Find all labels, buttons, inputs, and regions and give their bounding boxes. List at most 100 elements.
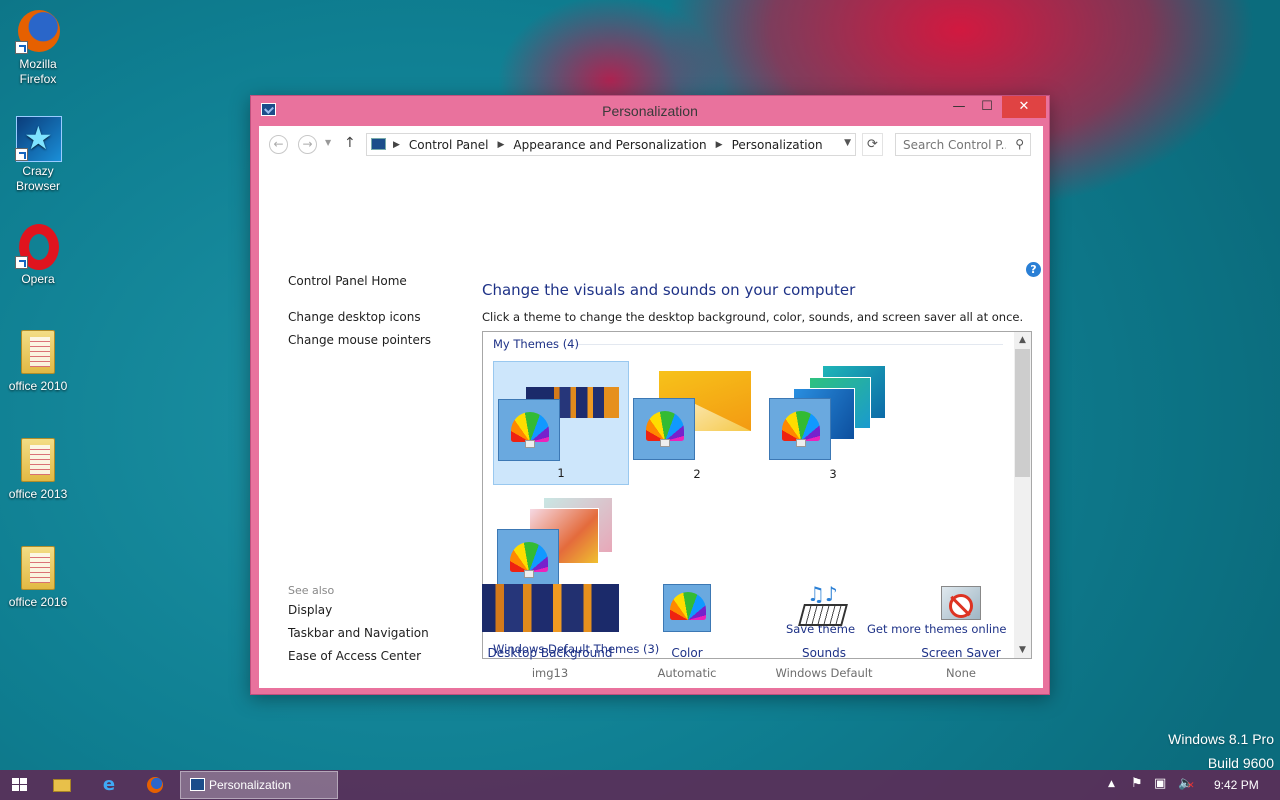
display-link[interactable]: Display — [288, 603, 332, 617]
theme-1[interactable]: 1 — [493, 361, 629, 485]
divider — [578, 344, 1003, 345]
color-value: Automatic — [657, 666, 717, 680]
folder-icon — [15, 330, 61, 376]
screen-saver-label[interactable]: Screen Saver — [886, 646, 1036, 660]
chevron-right-icon[interactable]: ▶ — [498, 140, 505, 150]
breadcrumb-personalization[interactable]: Personalization — [732, 138, 823, 152]
crazy-browser-icon: ★ — [15, 115, 62, 162]
change-desktop-icons-link[interactable]: Change desktop icons — [288, 310, 421, 324]
control-panel-home-link[interactable]: Control Panel Home — [288, 274, 407, 288]
taskbar-item-label: Personalization — [209, 778, 292, 792]
theme-2-label: 2 — [693, 467, 701, 481]
desktop-icon-label: office 2016 — [8, 595, 68, 609]
search-input[interactable] — [896, 134, 1006, 155]
close-button[interactable]: ✕ — [1002, 96, 1046, 118]
sounds-icon: ♫♪ — [798, 582, 849, 632]
desktop-icon-office-2013[interactable]: office 2013 — [4, 438, 72, 502]
window-title: Personalization — [602, 103, 698, 119]
screen-saver-icon — [939, 584, 985, 630]
breadcrumb-control-panel[interactable]: Control Panel — [409, 138, 489, 152]
file-explorer-icon[interactable] — [52, 775, 72, 795]
windows-start-icon[interactable] — [10, 775, 30, 795]
show-hidden-icons-chevron-icon[interactable]: ▲ — [1108, 779, 1115, 789]
shortcut-arrow-icon — [15, 256, 28, 269]
ease-of-access-link[interactable]: Ease of Access Center — [288, 649, 421, 663]
color-palette-icon — [497, 529, 559, 591]
address-bar[interactable]: ▶ Control Panel ▶ Appearance and Persona… — [366, 133, 856, 156]
desktop-icon-label: Firefox — [19, 72, 57, 86]
control-panel-icon — [190, 778, 205, 791]
desktop-icon-firefox[interactable]: Mozilla Firefox — [4, 8, 72, 87]
shortcut-arrow-icon — [15, 41, 28, 54]
window-content: ← → ▼ ↑ ▶ Control Panel ▶ Appearance and… — [259, 126, 1043, 688]
action-center-flag-icon[interactable]: ⚑ — [1131, 776, 1143, 791]
theme-1-label: 1 — [557, 466, 565, 480]
theme-3-label: 3 — [829, 467, 837, 481]
desktop-icon-label: Browser — [15, 179, 60, 193]
color-palette-icon — [769, 398, 831, 460]
maximize-button[interactable]: ☐ — [973, 96, 1001, 118]
desktop-icon-label: office 2010 — [8, 379, 68, 393]
recent-locations-chevron-icon[interactable]: ▼ — [325, 138, 331, 147]
color-palette-icon — [498, 399, 560, 461]
title-bar[interactable]: Personalization — ☐ ✕ — [251, 96, 1049, 126]
change-mouse-pointers-link[interactable]: Change mouse pointers — [288, 333, 431, 347]
desktop-background-label[interactable]: Desktop Background — [475, 646, 625, 660]
themes-scrollbar[interactable]: ▲ ▼ — [1014, 332, 1031, 658]
firefox-taskbar-icon[interactable] — [145, 775, 165, 795]
desktop-icon-label: Crazy — [22, 164, 54, 178]
desktop-icon-label: Opera — [21, 272, 55, 286]
address-dropdown-chevron-icon[interactable]: ▼ — [844, 138, 851, 148]
desktop-icon-office-2010[interactable]: office 2010 — [4, 330, 72, 394]
up-arrow-button[interactable]: ↑ — [344, 135, 356, 151]
desktop-icon-label: office 2013 — [8, 487, 68, 501]
scroll-up-arrow-icon[interactable]: ▲ — [1014, 332, 1031, 348]
back-button[interactable]: ← — [269, 135, 288, 154]
scrollbar-thumb[interactable] — [1015, 349, 1030, 477]
shortcut-arrow-icon — [15, 148, 28, 161]
desktop-icon-office-2016[interactable]: office 2016 — [4, 546, 72, 610]
desktop-background-icon — [482, 584, 619, 632]
network-icon[interactable]: ▣ — [1154, 776, 1166, 791]
sounds-value: Windows Default — [775, 666, 873, 680]
chevron-right-icon[interactable]: ▶ — [393, 140, 400, 150]
windows-edition-text: Windows 8.1 Pro — [1168, 731, 1274, 747]
desktop-icon-opera[interactable]: Opera — [4, 223, 72, 287]
firefox-icon — [15, 8, 61, 54]
control-panel-icon — [371, 138, 386, 150]
taskbar-navigation-link[interactable]: Taskbar and Navigation — [288, 626, 429, 640]
color-icon — [663, 584, 711, 632]
folder-icon — [15, 546, 61, 592]
color-label[interactable]: Color — [612, 646, 762, 660]
breadcrumb-appearance[interactable]: Appearance and Personalization — [513, 138, 706, 152]
minimize-button[interactable]: — — [945, 96, 973, 118]
chevron-right-icon[interactable]: ▶ — [716, 140, 723, 150]
personalization-window: Personalization — ☐ ✕ ← → ▼ ↑ ▶ Control … — [250, 95, 1050, 695]
refresh-button[interactable]: ⟳ — [862, 133, 883, 156]
internet-explorer-icon[interactable]: e — [99, 775, 119, 795]
help-icon[interactable]: ? — [1026, 262, 1041, 277]
color-palette-icon — [633, 398, 695, 460]
forward-button[interactable]: → — [298, 135, 317, 154]
taskbar: e Personalization ▲ ⚑ ▣ 🔈 ✕ 9:42 PM — [0, 770, 1280, 800]
see-also-heading: See also — [288, 584, 335, 597]
folder-icon — [15, 438, 61, 484]
windows-version-watermark: Windows 8.1 Pro Build 9600 — [1168, 727, 1274, 775]
desktop-background-value: img13 — [531, 666, 569, 680]
search-icon[interactable]: ⚲ — [1015, 137, 1024, 151]
page-title: Change the visuals and sounds on your co… — [482, 281, 856, 299]
taskbar-item-personalization[interactable]: Personalization — [180, 771, 338, 799]
page-description: Click a theme to change the desktop back… — [482, 310, 1024, 324]
sounds-label[interactable]: Sounds — [749, 646, 899, 660]
taskbar-clock[interactable]: 9:42 PM — [1214, 778, 1259, 792]
theme-2[interactable]: 2 — [629, 361, 765, 485]
desktop-icon-crazy-browser[interactable]: ★ Crazy Browser — [4, 115, 72, 194]
theme-3[interactable]: 3 — [765, 361, 901, 485]
desktop-icon-label: Mozilla — [19, 57, 57, 71]
screen-saver-value: None — [945, 666, 976, 680]
search-box[interactable]: ⚲ — [895, 133, 1031, 156]
opera-icon — [15, 223, 61, 270]
breadcrumb: ▶ Control Panel ▶ Appearance and Persona… — [389, 134, 823, 155]
volume-muted-icon[interactable]: 🔈 ✕ — [1178, 776, 1195, 791]
get-more-themes-link[interactable]: Get more themes online — [867, 622, 1006, 636]
